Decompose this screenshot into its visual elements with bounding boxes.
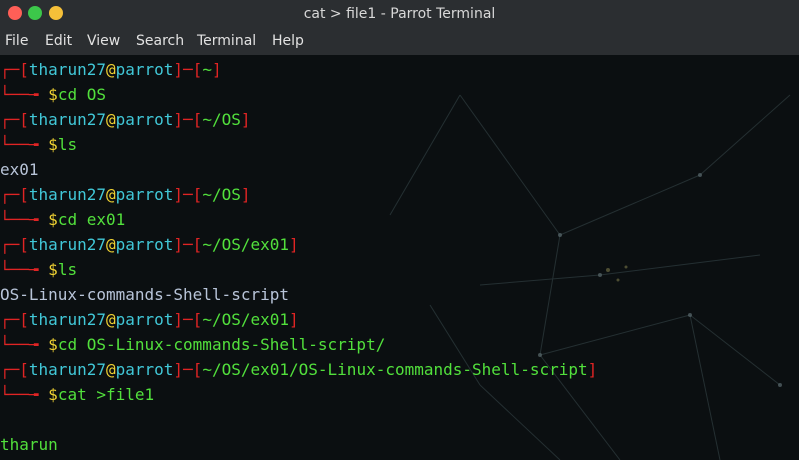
prompt-host: parrot	[115, 60, 174, 79]
prompt-host: parrot	[115, 360, 174, 379]
prompt-separator: ]─[	[173, 310, 203, 329]
prompt-bracket: ┌─[	[0, 185, 29, 204]
prompt-user: tharun27	[28, 60, 106, 79]
prompt-corner: └──╼	[0, 135, 49, 154]
prompt-dollar: $	[48, 385, 58, 404]
prompt-at: @	[105, 310, 116, 329]
command-text: cd OS	[57, 85, 106, 104]
prompt-line: ┌─[tharun27@parrot]─[~]	[0, 57, 222, 82]
prompt-line: ┌─[tharun27@parrot]─[~/OS]	[0, 107, 250, 132]
menu-terminal[interactable]: Terminal	[197, 28, 256, 55]
prompt-at: @	[105, 235, 116, 254]
prompt-user: tharun27	[28, 235, 106, 254]
prompt-line: ┌─[tharun27@parrot]─[~/OS/ex01]	[0, 307, 299, 332]
prompt-corner: └──╼	[0, 85, 49, 104]
command-line: └──╼ $cd OS	[0, 82, 106, 107]
prompt-path: ~/OS/ex01	[202, 310, 290, 329]
menu-view[interactable]: View	[87, 28, 120, 55]
prompt-bracket: ┌─[	[0, 310, 29, 329]
prompt-bracket-close: ]	[240, 110, 251, 129]
prompt-bracket-close: ]	[289, 310, 299, 329]
prompt-bracket-close: ]	[587, 360, 598, 379]
prompt-path: ~/OS/ex01	[202, 235, 290, 254]
command-text: cat >file1	[57, 385, 155, 404]
command-output: OS-Linux-commands-Shell-script	[0, 285, 289, 304]
menu-file[interactable]: File	[5, 28, 28, 55]
prompt-bracket: ┌─[	[0, 60, 29, 79]
prompt-separator: ]─[	[173, 110, 203, 129]
prompt-bracket: ┌─[	[0, 235, 29, 254]
prompt-dollar: $	[48, 260, 58, 279]
window-title: cat > file1 - Parrot Terminal	[303, 6, 496, 22]
command-output: ex01	[0, 160, 39, 179]
prompt-at: @	[105, 60, 116, 79]
command-text: ls	[57, 260, 78, 279]
prompt-line: ┌─[tharun27@parrot]─[~/OS]	[0, 182, 250, 207]
prompt-bracket: ┌─[	[0, 360, 29, 379]
prompt-path: ~/OS/ex01/OS-Linux-commands-Shell-script	[202, 360, 588, 379]
command-line: └──╼ $ls	[0, 132, 77, 157]
prompt-host: parrot	[115, 185, 174, 204]
menu-search[interactable]: Search	[136, 28, 184, 55]
command-line: └──╼ $cd OS-Linux-commands-Shell-script/	[0, 332, 385, 357]
prompt-host: parrot	[115, 310, 174, 329]
command-text: cd ex01	[57, 210, 126, 229]
prompt-at: @	[105, 110, 116, 129]
prompt-host: parrot	[115, 110, 174, 129]
prompt-separator: ]─[	[173, 235, 203, 254]
prompt-bracket-close: ]	[211, 60, 222, 79]
terminal-output-area[interactable]: ┌─[tharun27@parrot]─[~] └──╼ $cd OS ┌─[t…	[0, 55, 799, 460]
menu-help[interactable]: Help	[272, 28, 304, 55]
command-text: cd OS-Linux-commands-Shell-script/	[57, 335, 386, 354]
command-line: └──╼ $ls	[0, 257, 77, 282]
prompt-corner: └──╼	[0, 260, 49, 279]
menu-bar: File Edit View Search Terminal Help	[0, 28, 799, 55]
terminal-window: cat > file1 - Parrot Terminal File Edit …	[0, 0, 799, 460]
prompt-corner: └──╼	[0, 335, 49, 354]
prompt-line: ┌─[tharun27@parrot]─[~/OS/ex01/OS-Linux-…	[0, 357, 597, 382]
prompt-path: ~/OS	[202, 185, 241, 204]
prompt-user: tharun27	[28, 360, 106, 379]
prompt-bracket-close: ]	[240, 185, 251, 204]
prompt-separator: ]─[	[173, 185, 203, 204]
prompt-path: ~/OS	[202, 110, 241, 129]
prompt-separator: ]─[	[173, 360, 203, 379]
prompt-user: tharun27	[28, 185, 106, 204]
prompt-host: parrot	[115, 235, 174, 254]
command-line: └──╼ $cd ex01	[0, 207, 125, 232]
prompt-corner: └──╼	[0, 210, 49, 229]
prompt-dollar: $	[48, 210, 58, 229]
prompt-at: @	[105, 360, 116, 379]
prompt-separator: ]─[	[173, 60, 203, 79]
prompt-user: tharun27	[28, 110, 106, 129]
prompt-user: tharun27	[28, 310, 106, 329]
menu-edit[interactable]: Edit	[45, 28, 72, 55]
prompt-corner: └──╼	[0, 385, 49, 404]
prompt-bracket: ┌─[	[0, 110, 29, 129]
prompt-bracket-close: ]	[289, 235, 299, 254]
prompt-at: @	[105, 185, 116, 204]
prompt-line: ┌─[tharun27@parrot]─[~/OS/ex01]	[0, 232, 299, 257]
prompt-dollar: $	[48, 85, 58, 104]
stdin-input-text: tharun	[0, 435, 58, 454]
command-text: ls	[57, 135, 78, 154]
title-bar[interactable]: cat > file1 - Parrot Terminal	[0, 0, 799, 28]
prompt-dollar: $	[48, 335, 58, 354]
prompt-path: ~	[202, 60, 212, 79]
command-line: └──╼ $cat >file1	[0, 382, 154, 407]
prompt-dollar: $	[48, 135, 58, 154]
